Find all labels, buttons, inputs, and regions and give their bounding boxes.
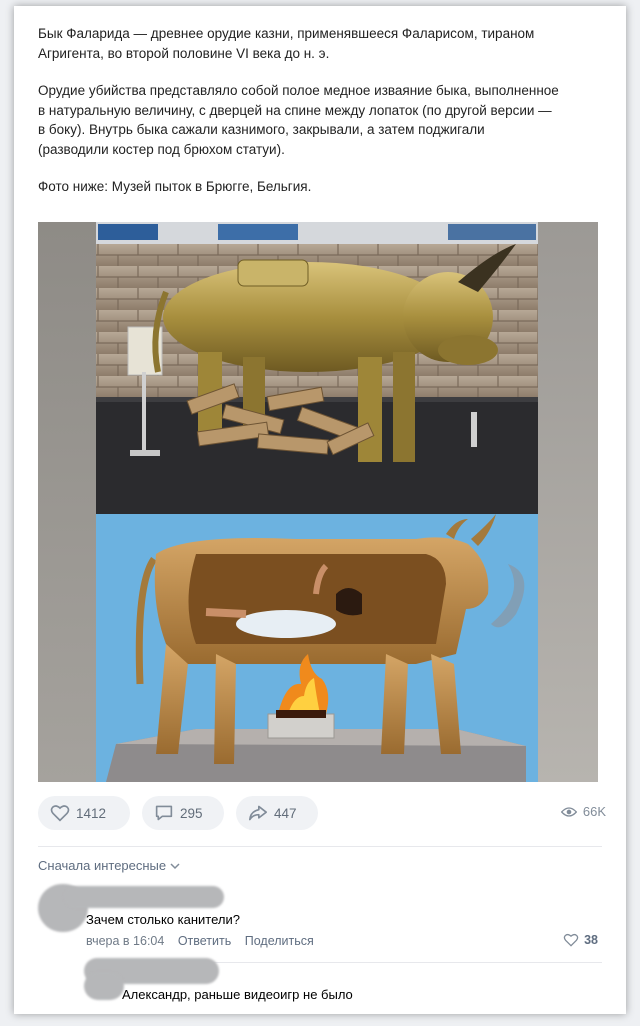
action-bar: 1412 295 447 66K bbox=[32, 796, 612, 832]
comment-text: Александр, раньше видеоигр не было bbox=[122, 987, 353, 1002]
sort-label: Сначала интересные bbox=[38, 858, 167, 873]
share-count: 447 bbox=[274, 805, 297, 821]
divider bbox=[38, 846, 602, 847]
avatar[interactable] bbox=[84, 972, 124, 1000]
post-photo[interactable] bbox=[38, 222, 598, 782]
author-name-redacted[interactable] bbox=[64, 886, 224, 908]
post-paragraph: Орудие убийства представляло собой полое… bbox=[38, 83, 559, 157]
comment-meta: вчера в 16:04 Ответить Поделиться bbox=[86, 934, 324, 948]
views-count: 66K bbox=[582, 804, 606, 819]
post-paragraph: Бык Фаларида — древнее орудие казни, при… bbox=[38, 26, 535, 61]
comment-button[interactable]: 295 bbox=[142, 796, 224, 830]
comment-time[interactable]: вчера в 16:04 bbox=[86, 934, 164, 948]
eye-icon bbox=[560, 806, 577, 817]
comment-count: 295 bbox=[180, 805, 203, 821]
chevron-down-icon bbox=[170, 862, 180, 869]
heart-icon bbox=[563, 933, 579, 947]
share-comment-button[interactable]: Поделиться bbox=[245, 934, 314, 948]
comment-text: Зачем столько канители? bbox=[86, 912, 240, 927]
like-count: 1412 bbox=[76, 805, 107, 821]
share-button[interactable]: 447 bbox=[236, 796, 318, 830]
comment-bubble-icon bbox=[155, 805, 173, 821]
bull-cutaway-image bbox=[96, 514, 538, 782]
photo-blur-right bbox=[538, 222, 598, 782]
comment-like-button[interactable]: 38 bbox=[563, 933, 598, 947]
post-text: Бык Фаларида — древнее орудие казни, при… bbox=[38, 24, 608, 215]
comments-sort[interactable]: Сначала интересные bbox=[38, 858, 180, 873]
museum-photo bbox=[38, 222, 598, 514]
bull-illustration bbox=[96, 514, 538, 782]
comment-like-count: 38 bbox=[584, 933, 598, 947]
like-button[interactable]: 1412 bbox=[38, 796, 130, 830]
photo-blur-left bbox=[38, 222, 96, 782]
museum-bull-image bbox=[96, 222, 538, 514]
reply-button[interactable]: Ответить bbox=[178, 934, 231, 948]
heart-icon bbox=[50, 805, 70, 822]
post-card: Бык Фаларида — древнее орудие казни, при… bbox=[14, 6, 626, 1014]
views-counter: 66K bbox=[560, 804, 606, 819]
share-arrow-icon bbox=[249, 805, 267, 821]
post-paragraph: Фото ниже: Музей пыток в Брюгге, Бельгия… bbox=[38, 179, 312, 194]
